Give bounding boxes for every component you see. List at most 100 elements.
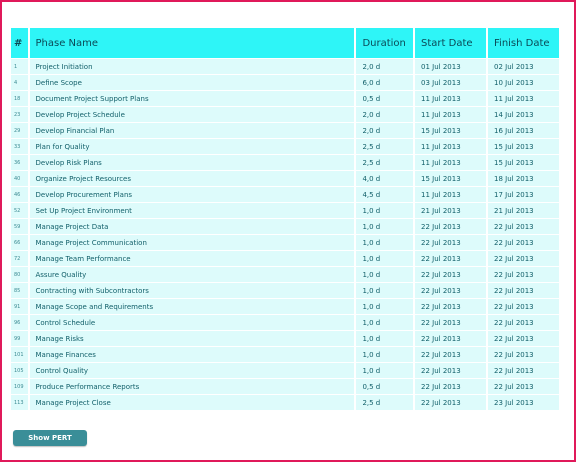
duration-cell: 1,0 d xyxy=(356,250,416,266)
table-row[interactable]: 29 Develop Financial Plan 2,0 d 15 Jul 2013… xyxy=(11,122,559,138)
row-number-cell: 85 xyxy=(11,282,30,298)
row-number-cell: 33 xyxy=(11,138,30,154)
phase-name-cell: Manage Project Close xyxy=(29,394,357,410)
row-number-cell: 52 xyxy=(11,202,30,218)
finish-date-cell: 10 Jul 2013 xyxy=(488,74,559,90)
duration-cell: 2,5 d xyxy=(356,394,416,410)
phase-name-cell: Plan for Quality xyxy=(29,138,357,154)
table-row[interactable]: 91 Manage Scope and Requirements 1,0 d 22 J… xyxy=(11,298,559,314)
duration-cell: 1,0 d xyxy=(356,298,416,314)
start-date-cell: 22 Jul 2013 xyxy=(415,346,489,362)
column-header-duration[interactable]: Duration xyxy=(356,28,416,58)
row-number-cell: 29 xyxy=(11,122,30,138)
finish-date-cell: 22 Jul 2013 xyxy=(488,266,559,282)
row-number-cell: 18 xyxy=(11,90,30,106)
row-number-cell: 46 xyxy=(11,186,30,202)
phase-name-cell: Project Initiation xyxy=(29,58,357,74)
table-row[interactable]: 105 Control Quality 1,0 d 22 Jul 2013 22 Jul… xyxy=(11,362,559,378)
table-row[interactable]: 113 Manage Project Close 2,5 d 22 Jul 2013 2… xyxy=(11,394,559,410)
finish-date-cell: 22 Jul 2013 xyxy=(488,330,559,346)
table-row[interactable]: 80 Assure Quality 1,0 d 22 Jul 2013 22 Jul 2… xyxy=(11,266,559,282)
phase-name-cell: Produce Performance Reports xyxy=(29,378,357,394)
phase-name-cell: Develop Procurement Plans xyxy=(29,186,357,202)
column-header-finish-date[interactable]: Finish Date xyxy=(488,28,559,58)
phase-name-cell: Contracting with Subcontractors xyxy=(29,282,357,298)
column-header-number[interactable]: # xyxy=(11,28,30,58)
duration-cell: 1,0 d xyxy=(356,266,416,282)
table-row[interactable]: 59 Manage Project Data 1,0 d 22 Jul 2013 22 … xyxy=(11,218,559,234)
table-row[interactable]: 33 Plan for Quality 2,5 d 11 Jul 2013 15 Jul… xyxy=(11,138,559,154)
table-row[interactable]: 52 Set Up Project Environment 1,0 d 21 Jul … xyxy=(11,202,559,218)
duration-cell: 4,5 d xyxy=(356,186,416,202)
finish-date-cell: 17 Jul 2013 xyxy=(488,186,559,202)
table-row[interactable]: 66 Manage Project Communication 1,0 d 22 Ju… xyxy=(11,234,559,250)
start-date-cell: 22 Jul 2013 xyxy=(415,362,489,378)
finish-date-cell: 18 Jul 2013 xyxy=(488,170,559,186)
start-date-cell: 22 Jul 2013 xyxy=(415,314,489,330)
duration-cell: 0,5 d xyxy=(356,378,416,394)
start-date-cell: 22 Jul 2013 xyxy=(415,282,489,298)
table-row[interactable]: 96 Control Schedule 1,0 d 22 Jul 2013 22 Jul… xyxy=(11,314,559,330)
start-date-cell: 11 Jul 2013 xyxy=(415,154,489,170)
phase-name-cell: Control Schedule xyxy=(29,314,357,330)
row-number-cell: 113 xyxy=(11,394,30,410)
column-header-start-date[interactable]: Start Date xyxy=(415,28,489,58)
table-row[interactable]: 23 Develop Project Schedule 2,0 d 11 Jul 20… xyxy=(11,106,559,122)
row-number-cell: 80 xyxy=(11,266,30,282)
duration-cell: 1,0 d xyxy=(356,330,416,346)
row-number-cell: 96 xyxy=(11,314,30,330)
phase-name-cell: Manage Risks xyxy=(29,330,357,346)
phase-name-cell: Define Scope xyxy=(29,74,357,90)
table-row[interactable]: 40 Organize Project Resources 4,0 d 15 Jul … xyxy=(11,170,559,186)
table-row[interactable]: 99 Manage Risks 1,0 d 22 Jul 2013 22 Jul 201… xyxy=(11,330,559,346)
row-number-cell: 4 xyxy=(11,74,30,90)
duration-cell: 0,5 d xyxy=(356,90,416,106)
table-row[interactable]: 72 Manage Team Performance 1,0 d 22 Jul 201… xyxy=(11,250,559,266)
start-date-cell: 11 Jul 2013 xyxy=(415,186,489,202)
start-date-cell: 01 Jul 2013 xyxy=(415,58,489,74)
column-header-phase-name[interactable]: Phase Name xyxy=(29,28,357,58)
duration-cell: 2,0 d xyxy=(356,122,416,138)
start-date-cell: 22 Jul 2013 xyxy=(415,218,489,234)
start-date-cell: 21 Jul 2013 xyxy=(415,202,489,218)
duration-cell: 2,5 d xyxy=(356,154,416,170)
phase-name-cell: Develop Risk Plans xyxy=(29,154,357,170)
row-number-cell: 40 xyxy=(11,170,30,186)
start-date-cell: 03 Jul 2013 xyxy=(415,74,489,90)
finish-date-cell: 22 Jul 2013 xyxy=(488,234,559,250)
table-header-row: # Phase Name Duration Start Date Finish … xyxy=(11,28,559,58)
start-date-cell: 11 Jul 2013 xyxy=(415,106,489,122)
table-row[interactable]: 85 Contracting with Subcontractors 1,0 d 22… xyxy=(11,282,559,298)
phase-name-cell: Manage Finances xyxy=(29,346,357,362)
start-date-cell: 11 Jul 2013 xyxy=(415,90,489,106)
finish-date-cell: 22 Jul 2013 xyxy=(488,298,559,314)
finish-date-cell: 22 Jul 2013 xyxy=(488,250,559,266)
start-date-cell: 22 Jul 2013 xyxy=(415,394,489,410)
duration-cell: 1,0 d xyxy=(356,282,416,298)
table-row[interactable]: 109 Produce Performance Reports 0,5 d 22 Ju… xyxy=(11,378,559,394)
table-row[interactable]: 36 Develop Risk Plans 2,5 d 11 Jul 2013 15 J… xyxy=(11,154,559,170)
row-number-cell: 105 xyxy=(11,362,30,378)
duration-cell: 6,0 d xyxy=(356,74,416,90)
row-number-cell: 91 xyxy=(11,298,30,314)
row-number-cell: 66 xyxy=(11,234,30,250)
table-row[interactable]: 101 Manage Finances 1,0 d 22 Jul 2013 22 Jul… xyxy=(11,346,559,362)
finish-date-cell: 22 Jul 2013 xyxy=(488,362,559,378)
phase-name-cell: Manage Team Performance xyxy=(29,250,357,266)
duration-cell: 2,0 d xyxy=(356,58,416,74)
show-pert-button[interactable]: Show PERT xyxy=(13,430,87,446)
table-body: 1 Project Initiation 2,0 d 01 Jul 2013 02 Ju… xyxy=(11,58,559,410)
finish-date-cell: 16 Jul 2013 xyxy=(488,122,559,138)
start-date-cell: 15 Jul 2013 xyxy=(415,122,489,138)
finish-date-cell: 22 Jul 2013 xyxy=(488,282,559,298)
start-date-cell: 22 Jul 2013 xyxy=(415,330,489,346)
phase-name-cell: Develop Financial Plan xyxy=(29,122,357,138)
duration-cell: 1,0 d xyxy=(356,202,416,218)
table-row[interactable]: 1 Project Initiation 2,0 d 01 Jul 2013 02 Ju… xyxy=(11,58,559,74)
table-row[interactable]: 18 Document Project Support Plans 0,5 d 11 … xyxy=(11,90,559,106)
table-row[interactable]: 46 Develop Procurement Plans 4,5 d 11 Jul 2… xyxy=(11,186,559,202)
finish-date-cell: 15 Jul 2013 xyxy=(488,138,559,154)
table-row[interactable]: 4 Define Scope 6,0 d 03 Jul 2013 10 Jul 2013 xyxy=(11,74,559,90)
phase-name-cell: Develop Project Schedule xyxy=(29,106,357,122)
phase-name-cell: Document Project Support Plans xyxy=(29,90,357,106)
